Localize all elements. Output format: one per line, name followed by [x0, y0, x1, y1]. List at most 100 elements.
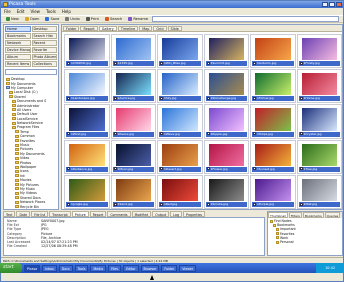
select-checkbox[interactable]: [206, 167, 210, 171]
tab-folder[interactable]: Folder: [63, 26, 80, 31]
select-checkbox[interactable]: [67, 61, 70, 65]
select-checkbox[interactable]: [253, 202, 256, 206]
select-checkbox[interactable]: [206, 61, 210, 65]
thumbnail-item[interactable]: 1Ripple.jpg: [203, 104, 249, 139]
thumbnail-item[interactable]: 1Sky.jpg: [157, 69, 203, 104]
select-checkbox[interactable]: [113, 202, 117, 206]
thumbnail-item[interactable]: 1Jungle.jpg: [64, 174, 110, 209]
thumbnail-item[interactable]: 1Sand.jpg: [110, 174, 156, 209]
select-checkbox[interactable]: [67, 167, 70, 171]
select-checkbox[interactable]: [160, 202, 163, 206]
tab-grid[interactable]: Grid: [153, 26, 167, 31]
select-checkbox[interactable]: [206, 202, 210, 206]
tab-timeline[interactable]: Timeline: [117, 26, 139, 31]
select-checkbox[interactable]: [299, 167, 303, 171]
select-checkbox[interactable]: [253, 96, 256, 100]
thumbnail-item[interactable]: 1Red.jpg: [157, 174, 203, 209]
menu-item-view[interactable]: View: [30, 8, 40, 15]
select-checkbox[interactable]: [299, 202, 303, 206]
pane-button-recent[interactable]: Recent: [31, 40, 57, 46]
taskbar-item[interactable]: Viewer: [179, 264, 197, 272]
menu-item-tools[interactable]: Tools: [46, 8, 56, 15]
right-tab-filters[interactable]: Filters: [288, 212, 302, 218]
tab-gallery[interactable]: Gallery: [98, 26, 117, 31]
thumbnail-item[interactable]: 1Crystal.jpg: [296, 104, 342, 139]
bookmark-node[interactable]: Personal: [270, 240, 340, 244]
thumbnail-item[interactable]: 1Stonehenge.jpg: [203, 69, 249, 104]
tree-filter-input[interactable]: [5, 69, 57, 75]
taskbar-item[interactable]: Files: [108, 264, 122, 272]
print-button[interactable]: Print: [84, 16, 101, 22]
taskbar-item[interactable]: Folder: [161, 264, 178, 272]
thumbnail-item[interactable]: 1234DVD.jpg: [64, 34, 110, 69]
taskbar-item[interactable]: Inbox: [42, 264, 57, 272]
select-checkbox[interactable]: [160, 61, 163, 65]
pane-button-network[interactable]: Network: [5, 40, 31, 46]
thumbnail-item[interactable]: 1Radiance.jpg: [64, 139, 110, 174]
pane-button-album[interactable]: Album: [5, 54, 31, 60]
select-checkbox[interactable]: [113, 132, 117, 136]
menu-item-file[interactable]: File: [4, 8, 11, 15]
select-checkbox[interactable]: [160, 96, 163, 100]
select-checkbox[interactable]: [113, 167, 117, 171]
thumbnail-item[interactable]: 1Wave.jpg: [157, 104, 203, 139]
thumbnail-item[interactable]: 12345.jpg: [110, 34, 156, 69]
close-button[interactable]: [336, 2, 342, 7]
menu-item-edit[interactable]: Edit: [17, 8, 25, 15]
thumbnail-item[interactable]: 1Tree.jpg: [296, 139, 342, 174]
thumbnail-item[interactable]: 1Moon.jpg: [110, 139, 156, 174]
thumbnail-item[interactable]: 1Autumn.jpg: [250, 34, 296, 69]
select-checkbox[interactable]: [253, 132, 256, 136]
start-button[interactable]: start: [0, 263, 22, 273]
tab-map[interactable]: Map: [139, 26, 153, 31]
thumbnail-item[interactable]: 1Tulips.jpg: [250, 104, 296, 139]
select-checkbox[interactable]: [206, 132, 210, 136]
taskbar-item[interactable]: Picasa: [24, 264, 41, 272]
select-checkbox[interactable]: [299, 132, 303, 136]
select-checkbox[interactable]: [113, 61, 117, 65]
select-checkbox[interactable]: [67, 132, 70, 136]
thumbnail-item[interactable]: 1Follow.jpg: [250, 69, 296, 104]
taskbar-item[interactable]: Editor: [123, 264, 139, 272]
thumbnail-item[interactable]: 1Smoke.jpg: [203, 174, 249, 209]
tab-slide[interactable]: Slide: [167, 26, 182, 31]
thumbnail-item[interactable]: 1Wind.jpg: [64, 104, 110, 139]
pane-button-bookmarks[interactable]: Bookmarks: [5, 33, 31, 39]
thumbnail-item[interactable]: 1Aurora.jpg: [110, 69, 156, 104]
thumbnail-item[interactable]: 1Home.jpg: [296, 69, 342, 104]
save-button[interactable]: Save: [43, 16, 61, 22]
select-checkbox[interactable]: [113, 96, 117, 100]
right-tab-bookmarks[interactable]: Bookmarks: [302, 212, 324, 218]
pane-button-recent-items[interactable]: Recent Items: [5, 61, 31, 67]
taskbar-item[interactable]: Docs: [58, 264, 73, 272]
new-button[interactable]: New: [4, 16, 21, 22]
thumbnail-item[interactable]: 1Frosty.jpg: [296, 34, 342, 69]
thumbnail-item[interactable]: 1Summit.jpg: [203, 34, 249, 69]
pane-button-device-manage[interactable]: Device Manage: [5, 47, 31, 53]
right-tab-thumbnail[interactable]: Thumbnail: [268, 212, 288, 218]
pane-button-collections[interactable]: Collections: [31, 61, 57, 67]
select-checkbox[interactable]: [299, 96, 303, 100]
select-checkbox[interactable]: [67, 202, 70, 206]
menu-item-help[interactable]: Help: [62, 8, 71, 15]
thumbnail-item[interactable]: 1Mist.jpg: [296, 174, 342, 209]
address-bar[interactable]: [152, 16, 339, 22]
pane-button-home[interactable]: Home: [5, 26, 31, 32]
open-button[interactable]: Open: [23, 16, 42, 22]
thumbnail-item[interactable]: 1Win_Bliss.jpg: [157, 34, 203, 69]
title-bar[interactable]: Picasa Tools: [1, 1, 343, 8]
right-tab-queries[interactable]: Queries: [324, 212, 341, 218]
pane-button-desktop[interactable]: Desktop: [31, 26, 57, 32]
thumbnail-item[interactable]: 1Peace.jpg: [110, 104, 156, 139]
pane-button-photo-albums[interactable]: Photo Albums: [31, 54, 57, 60]
thumbnail-item[interactable]: 1Desert.jpg: [157, 139, 203, 174]
maximize-button[interactable]: [329, 2, 335, 7]
select-checkbox[interactable]: [299, 61, 303, 65]
select-checkbox[interactable]: [253, 167, 256, 171]
rename-button[interactable]: Rename: [126, 16, 150, 22]
select-checkbox[interactable]: [206, 96, 210, 100]
thumbnail-item[interactable]: 1Sunset.jpg: [250, 139, 296, 174]
pane-button-favorite[interactable]: Favorite: [31, 47, 57, 53]
taskbar-item[interactable]: Browser: [140, 264, 160, 272]
thumbnail-item[interactable]: 1Landscape.jpg: [64, 69, 110, 104]
